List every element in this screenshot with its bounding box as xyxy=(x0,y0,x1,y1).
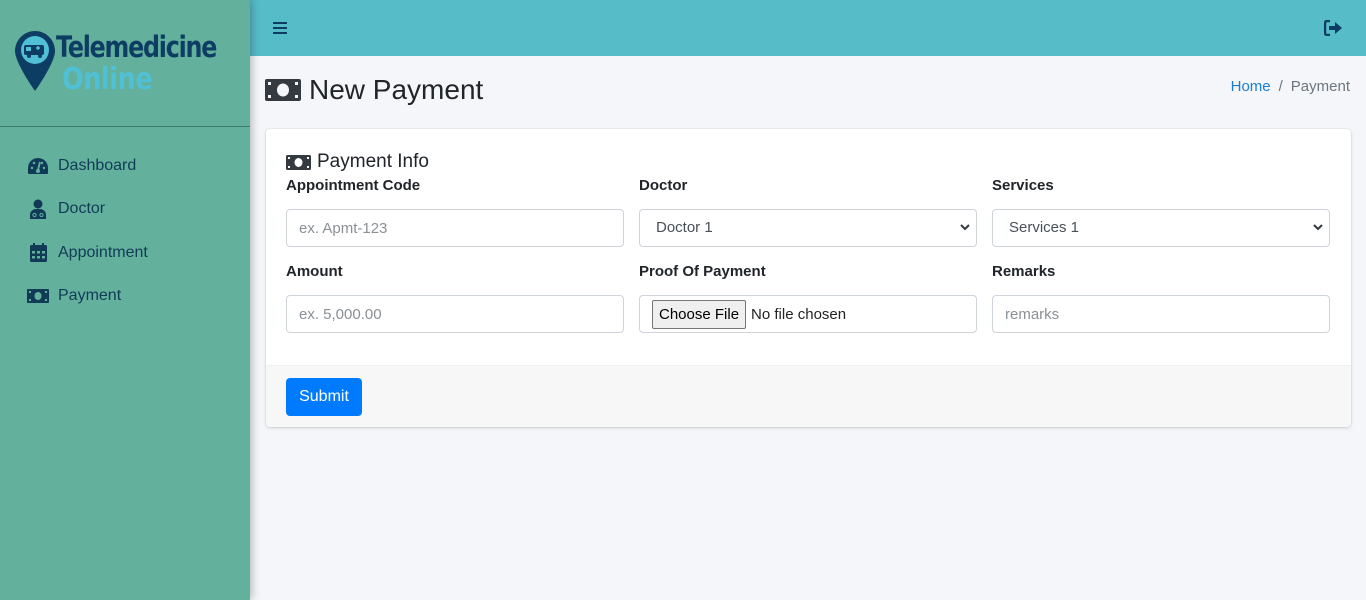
sidebar-item-doctor[interactable]: Doctor xyxy=(0,188,250,232)
breadcrumb-current: Payment xyxy=(1290,78,1350,95)
hamburger-icon[interactable] xyxy=(272,20,288,36)
brand-subtitle: Online xyxy=(62,62,153,97)
remarks-group: Remarks xyxy=(992,263,1330,333)
sidebar-item-dashboard[interactable]: Dashboard xyxy=(0,144,250,188)
appointment-code-label: Appointment Code xyxy=(286,177,421,194)
money-bill-icon xyxy=(26,286,50,306)
sidebar-item-label: Doctor xyxy=(58,200,106,218)
main-content: New Payment Home / Payment Payment Info … xyxy=(250,56,1366,600)
submit-button[interactable]: Submit xyxy=(286,378,362,416)
sidebar-item-payment[interactable]: Payment xyxy=(0,275,250,319)
tachometer-icon xyxy=(26,156,50,176)
sidebar-item-label: Payment xyxy=(58,287,122,305)
chevron-down-icon xyxy=(960,224,970,231)
doctor-group: Doctor Doctor 1 xyxy=(639,177,977,247)
brand-logo[interactable]: Telemedicine Online xyxy=(0,0,250,127)
amount-group: Amount xyxy=(286,263,624,333)
services-select[interactable]: Services 1 xyxy=(992,209,1330,247)
doctor-label: Doctor xyxy=(639,177,688,194)
proof-of-payment-label: Proof Of Payment xyxy=(639,263,766,280)
amount-label: Amount xyxy=(286,263,343,280)
breadcrumb-separator: / xyxy=(1278,78,1283,95)
page-title: New Payment xyxy=(309,74,484,105)
proof-of-payment-file-input[interactable]: Choose File No file chosen xyxy=(639,295,977,333)
proof-of-payment-group: Proof Of Payment Choose File No file cho… xyxy=(639,263,977,333)
sign-out-icon[interactable] xyxy=(1324,20,1342,36)
remarks-label: Remarks xyxy=(992,263,1056,280)
page-header: New Payment xyxy=(265,74,483,106)
services-selected-value: Services 1 xyxy=(1009,219,1080,236)
top-navbar xyxy=(250,0,1366,56)
breadcrumb: Home / Payment xyxy=(1231,78,1350,95)
services-group: Services Services 1 xyxy=(992,177,1330,247)
services-label: Services xyxy=(992,177,1054,194)
ambulance-pin-icon xyxy=(15,31,55,91)
calendar-icon xyxy=(26,243,50,263)
card-title-text: Payment Info xyxy=(317,151,429,172)
appointment-code-group: Appointment Code xyxy=(286,177,624,247)
chevron-down-icon xyxy=(1313,224,1323,231)
choose-file-button[interactable]: Choose File xyxy=(652,299,747,329)
sidebar-item-label: Dashboard xyxy=(58,156,137,174)
remarks-input[interactable] xyxy=(992,295,1330,333)
doctor-select[interactable]: Doctor 1 xyxy=(639,209,977,247)
payment-info-card: Payment Info Appointment Code Doctor Doc… xyxy=(266,129,1351,427)
money-bill-icon xyxy=(265,79,301,101)
money-bill-icon xyxy=(286,154,311,170)
sidebar-item-label: Appointment xyxy=(58,243,148,261)
breadcrumb-home-link[interactable]: Home xyxy=(1231,78,1271,95)
card-footer: Submit xyxy=(266,365,1351,427)
sidebar-nav: Dashboard Doctor Appointment Payment xyxy=(0,127,250,318)
sidebar: Telemedicine Online Dashboard Doctor App… xyxy=(0,0,250,600)
amount-input[interactable] xyxy=(286,295,624,333)
brand-name: Telemedicine xyxy=(56,30,217,64)
user-doctor-icon xyxy=(26,199,50,220)
appointment-code-input[interactable] xyxy=(286,209,624,247)
sidebar-item-appointment[interactable]: Appointment xyxy=(0,231,250,275)
file-status: No file chosen xyxy=(751,305,847,323)
card-title: Payment Info xyxy=(286,151,429,173)
doctor-selected-value: Doctor 1 xyxy=(656,219,713,236)
